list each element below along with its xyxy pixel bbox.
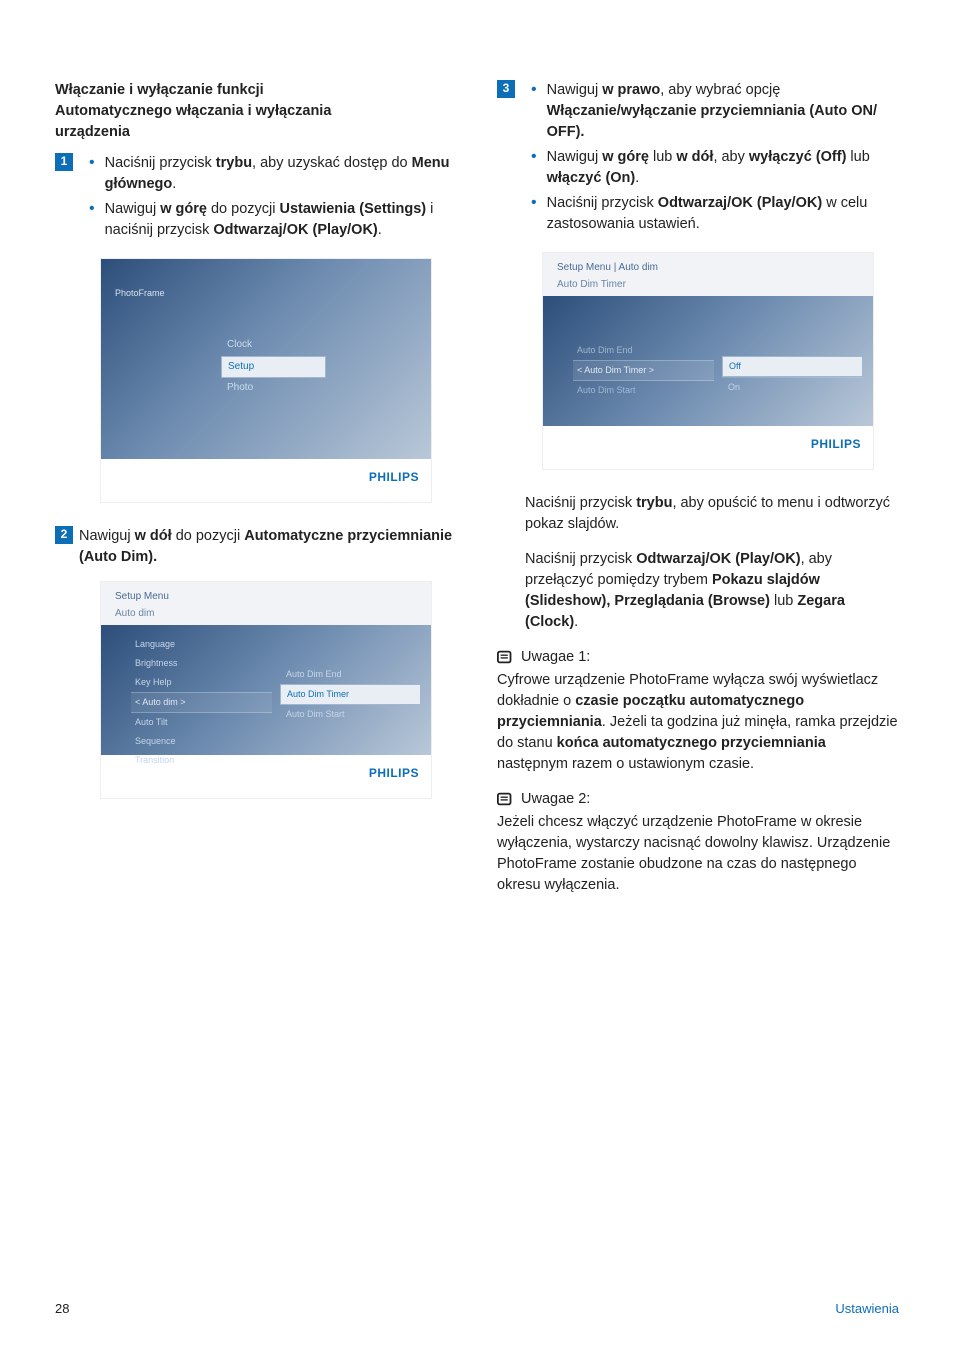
bullet-icon: • [89,153,95,195]
bullet-icon: • [531,147,537,189]
note-icon [497,649,515,665]
submenu-title: Auto Dim Timer [557,278,859,293]
menu-item: Photo [221,378,326,399]
note-body: Cyfrowe urządzenie PhotoFrame wyłącza sw… [497,670,899,775]
menu-item: Auto Dim End [280,665,421,684]
menu-item: Brightness [131,654,272,673]
menu-item-selected: < Auto dim > [131,692,272,713]
step-text: Naciśnij przycisk Odtwarzaj/OK (Play/OK)… [547,193,899,235]
step-2: 2 Nawiguj w dół do pozycji Automatyczne … [55,526,457,568]
step-text: Nawiguj w prawo, aby wybrać opcję Włącza… [547,80,899,143]
philips-logo: PHILIPS [811,437,861,451]
menu-item-selected: < Auto Dim Timer > [573,360,714,381]
note-1: Uwagae 1: [497,647,899,668]
breadcrumb: Setup Menu | Auto dim [557,261,859,276]
heading-line: Włączanie i wyłączanie funkcji [55,82,264,98]
step-1: 1 • Naciśnij przycisk trybu, aby uzyskać… [55,153,457,245]
step-number-badge: 2 [55,526,73,544]
menu-item-selected: Setup [221,356,326,379]
step-text: Naciśnij przycisk trybu, aby uzyskać dos… [105,153,457,195]
breadcrumb: Setup Menu [115,590,417,605]
menu-item: Sequence [131,732,272,751]
menu-item: Auto Tilt [131,713,272,732]
menu-item: Clock [221,335,326,356]
philips-logo: PHILIPS [369,470,419,484]
paragraph: Naciśnij przycisk trybu, aby opuścić to … [525,493,899,535]
menu-item: Transition [131,751,272,770]
submenu-title: Auto dim [115,607,417,622]
step-number-badge: 3 [497,80,515,98]
screenshot-auto-dim-timer: Setup Menu | Auto dim Auto Dim Timer Aut… [543,253,873,469]
menu-item: On [722,377,863,397]
heading-line: urządzenia [55,124,130,140]
step-number-badge: 1 [55,153,73,171]
bullet-icon: • [89,199,95,241]
paragraph: Naciśnij przycisk Odtwarzaj/OK (Play/OK)… [525,549,899,633]
logo-text: PhotoFrame [115,287,165,300]
menu-item: Key Help [131,673,272,692]
menu-item: Language [131,635,272,654]
menu-item: Auto Dim Start [280,705,421,724]
section-heading: Włączanie i wyłączanie funkcji Automatyc… [55,80,457,143]
note-label: Uwagae 1: [521,647,590,668]
screenshot-setup-menu: Setup Menu Auto dim Language Brightness … [101,582,431,798]
bullet-icon: • [531,80,537,143]
menu-item: Auto Dim End [573,341,714,360]
section-name: Ustawienia [835,1300,899,1319]
heading-line: Automatycznego włączania i wyłączania [55,103,331,119]
step-text: Nawiguj w dół do pozycji Automatyczne pr… [79,526,457,568]
menu-item-selected: Auto Dim Timer [280,684,421,705]
bullet-icon: • [531,193,537,235]
step-3: 3 • Nawiguj w prawo, aby wybrać opcję Wł… [497,80,899,239]
page-number: 28 [55,1300,69,1319]
screenshot-main-menu: PhotoFrame Clock Setup Photo PHILIPS [101,259,431,502]
menu-item-selected: Off [722,356,863,377]
note-icon [497,791,515,807]
right-column: 3 • Nawiguj w prawo, aby wybrać opcję Wł… [497,80,899,896]
philips-logo: PHILIPS [369,766,419,780]
note-2: Uwagae 2: [497,789,899,810]
menu-item: Auto Dim Start [573,381,714,400]
left-column: Włączanie i wyłączanie funkcji Automatyc… [55,80,457,896]
note-label: Uwagae 2: [521,789,590,810]
note-body: Jeżeli chcesz włączyć urządzenie PhotoFr… [497,812,899,896]
step-text: Nawiguj w górę do pozycji Ustawienia (Se… [105,199,457,241]
step-text: Nawiguj w górę lub w dół, aby wyłączyć (… [547,147,899,189]
page-footer: 28 Ustawienia [55,1300,899,1319]
